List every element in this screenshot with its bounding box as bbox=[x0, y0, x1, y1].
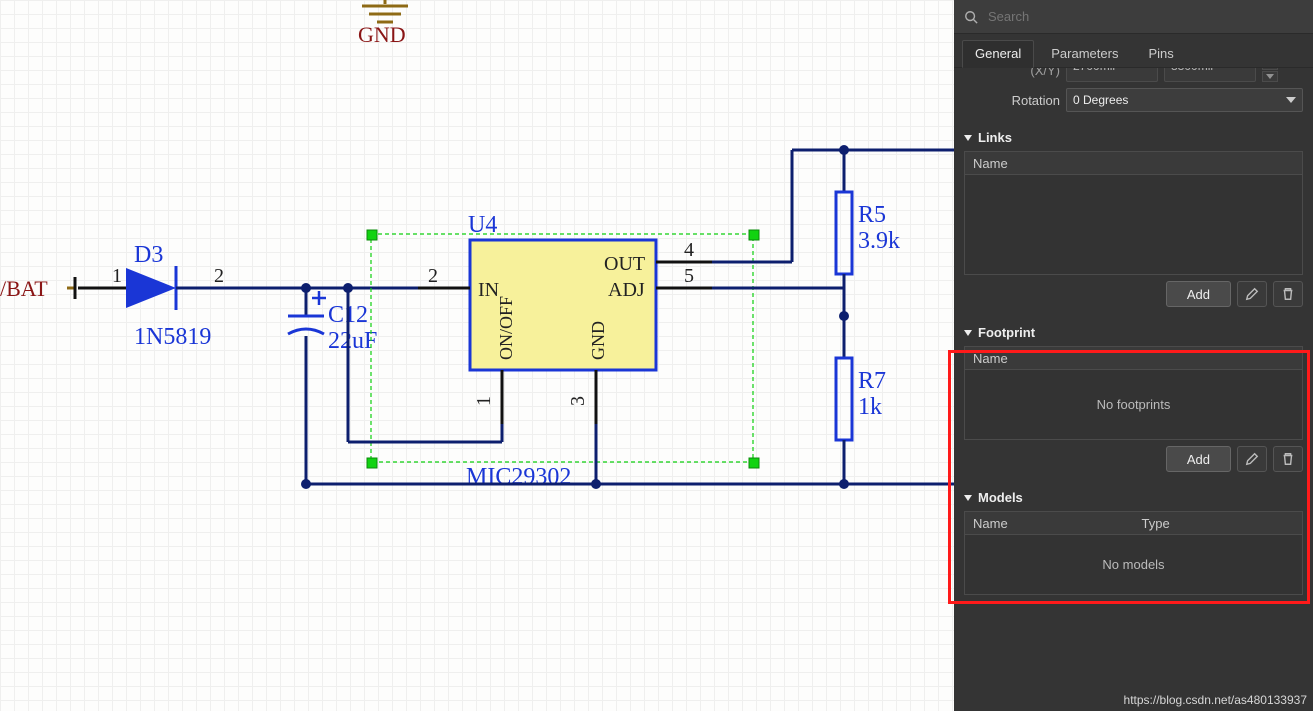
footprint-list[interactable]: No footprints bbox=[964, 370, 1303, 440]
pin-number: 3 bbox=[567, 396, 589, 406]
pin-number: 2 bbox=[428, 265, 438, 287]
pin-number: 1 bbox=[112, 265, 122, 287]
component-u4[interactable]: U4 MIC29302 2 IN ON/OFF 1 GND 3 OUT ADJ … bbox=[367, 212, 759, 490]
pin-name: OUT bbox=[604, 253, 645, 275]
u4-value: MIC29302 bbox=[466, 464, 571, 490]
pin-number: 4 bbox=[684, 239, 694, 261]
gnd-symbol: GND bbox=[358, 0, 408, 47]
watermark: https://blog.csdn.net/as480133937 bbox=[1124, 693, 1307, 707]
models-header: Name Type bbox=[964, 511, 1303, 535]
component-r7[interactable]: R7 1k bbox=[836, 316, 886, 484]
links-list[interactable] bbox=[964, 175, 1303, 275]
c12-value: 22uF bbox=[328, 328, 377, 354]
footprint-add-button[interactable]: Add bbox=[1166, 446, 1231, 472]
r7-value: 1k bbox=[858, 394, 882, 420]
r5-value: 3.9k bbox=[858, 228, 900, 254]
component-r5[interactable]: R5 3.9k bbox=[836, 150, 900, 316]
schematic-canvas[interactable]: GND /BAT 1 D3 1N5819 2 C1 bbox=[0, 0, 954, 711]
links-header: Name bbox=[964, 151, 1303, 175]
edit-icon[interactable] bbox=[1237, 281, 1267, 307]
section-models[interactable]: Models bbox=[964, 490, 1303, 505]
pin-number: 1 bbox=[473, 396, 495, 406]
search-input[interactable] bbox=[988, 9, 1303, 24]
component-d3[interactable]: D3 1N5819 2 bbox=[126, 242, 224, 350]
pin-number: 5 bbox=[684, 265, 694, 287]
footprint-header: Name bbox=[964, 346, 1303, 370]
d3-ref: D3 bbox=[134, 242, 163, 268]
tab-parameters[interactable]: Parameters bbox=[1038, 40, 1131, 68]
models-empty-text: No models bbox=[1102, 557, 1164, 572]
gnd-label: GND bbox=[358, 22, 406, 47]
footprint-empty-text: No footprints bbox=[1097, 397, 1171, 412]
r7-ref: R7 bbox=[858, 368, 886, 394]
tab-pins[interactable]: Pins bbox=[1135, 40, 1186, 68]
d3-value: 1N5819 bbox=[134, 324, 211, 350]
pin-name: ADJ bbox=[608, 279, 645, 301]
search-icon bbox=[964, 10, 978, 24]
rotation-label: Rotation bbox=[964, 93, 1060, 108]
u4-ref: U4 bbox=[468, 212, 497, 238]
disclose-icon bbox=[964, 135, 972, 141]
coord-x-field[interactable]: 2700mil bbox=[1066, 68, 1158, 82]
properties-panel: General Parameters Pins (X/Y) 2700mil 83… bbox=[954, 0, 1313, 711]
edit-icon[interactable] bbox=[1237, 446, 1267, 472]
trash-icon[interactable] bbox=[1273, 446, 1303, 472]
coord-y-field[interactable]: 8300mil bbox=[1164, 68, 1256, 82]
coord-stepper[interactable] bbox=[1262, 68, 1278, 82]
pin-number: 2 bbox=[214, 265, 224, 287]
disclose-icon bbox=[964, 495, 972, 501]
links-add-button[interactable]: Add bbox=[1166, 281, 1231, 307]
tabs: General Parameters Pins bbox=[954, 34, 1313, 68]
coords-label: (X/Y) bbox=[964, 68, 1060, 78]
net-label-vbat: /BAT bbox=[0, 276, 48, 301]
rotation-select[interactable]: 0 Degrees bbox=[1066, 88, 1303, 112]
r5-ref: R5 bbox=[858, 202, 886, 228]
search-bar bbox=[954, 0, 1313, 34]
chevron-down-icon bbox=[1286, 97, 1296, 103]
models-list[interactable]: No models bbox=[964, 535, 1303, 595]
pin-name: GND bbox=[588, 321, 608, 360]
trash-icon[interactable] bbox=[1273, 281, 1303, 307]
tab-general[interactable]: General bbox=[962, 40, 1034, 68]
section-footprint[interactable]: Footprint bbox=[964, 325, 1303, 340]
disclose-icon bbox=[964, 330, 972, 336]
pin-name: ON/OFF bbox=[496, 296, 516, 360]
component-c12[interactable]: C12 22uF bbox=[288, 288, 377, 484]
section-links[interactable]: Links bbox=[964, 130, 1303, 145]
